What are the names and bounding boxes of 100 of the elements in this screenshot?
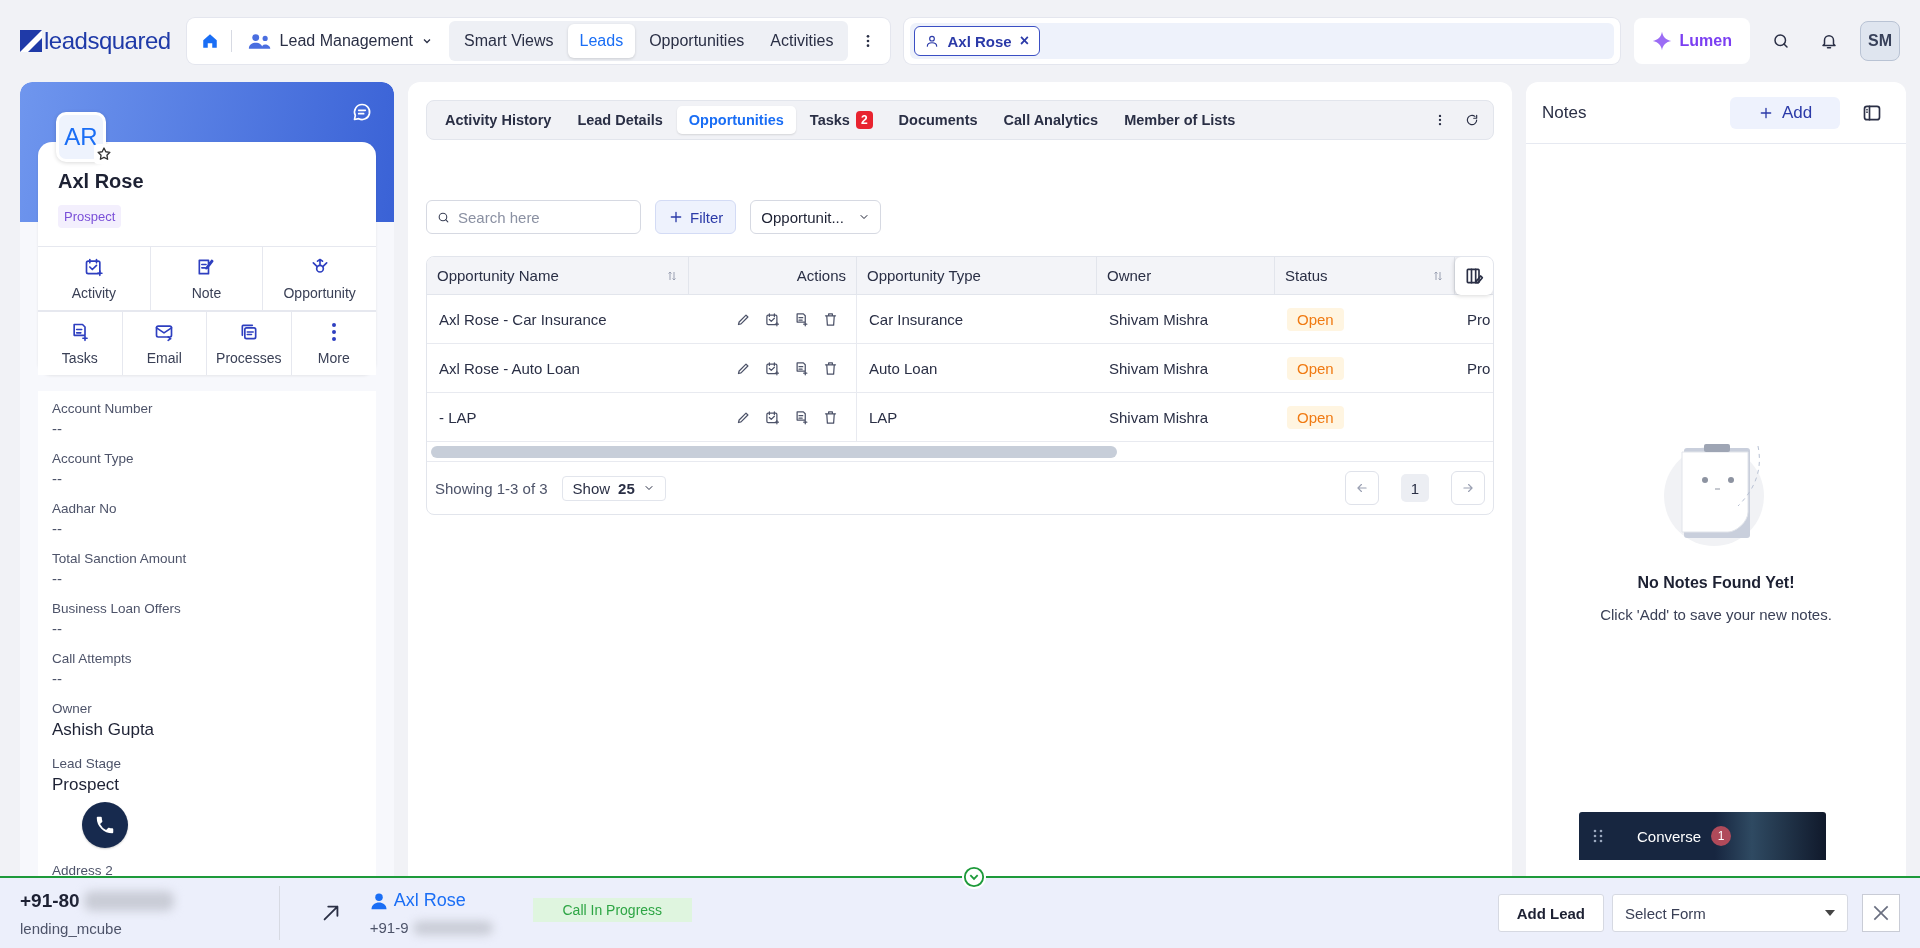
task-document-icon[interactable] — [794, 360, 809, 376]
logo-icon — [20, 30, 42, 52]
add-note-button[interactable]: Add — [1730, 96, 1840, 129]
task-document-icon[interactable] — [794, 311, 809, 327]
task-document-icon[interactable] — [794, 409, 809, 425]
action-button[interactable]: More — [291, 312, 376, 375]
field-label: Address 2 — [52, 863, 114, 876]
column-header[interactable]: Status — [1275, 257, 1455, 295]
field-value: -- — [52, 520, 63, 538]
page-number[interactable]: 1 — [1401, 474, 1429, 502]
action-button[interactable]: Opportunity — [263, 247, 376, 311]
action-button[interactable]: Processes — [207, 312, 292, 375]
detail-tab[interactable]: Documents — [886, 106, 990, 134]
calendar-check-icon — [83, 257, 104, 277]
action-button[interactable]: Tasks — [38, 312, 123, 375]
collapse-chevron-icon[interactable] — [962, 865, 986, 889]
star-icon[interactable] — [96, 146, 112, 162]
status-tag: Open — [1287, 405, 1344, 429]
trash-icon[interactable] — [823, 311, 838, 327]
table-cell: LAP — [857, 393, 1097, 442]
field-label: Owner — [52, 701, 93, 716]
column-header[interactable]: Opportunity Name — [427, 257, 689, 295]
action-button[interactable]: Activity — [38, 247, 151, 311]
caret-down-icon — [1825, 910, 1835, 916]
field-label: Account Number — [52, 401, 154, 416]
lumen-button[interactable]: Lumen — [1633, 18, 1750, 64]
person-icon — [925, 34, 940, 48]
calendar-check-icon[interactable] — [765, 360, 780, 376]
status-tag: Open — [1287, 356, 1344, 380]
table-cell: Axl Rose - Auto Loan — [427, 344, 689, 393]
close-icon[interactable] — [1862, 894, 1900, 932]
open-tab-label: Axl Rose — [947, 32, 1012, 50]
action-button[interactable]: Note — [150, 247, 264, 311]
field-value: Ashish Gupta — [52, 720, 156, 740]
lead-avatar: AR — [56, 112, 106, 162]
field-value: -- — [52, 670, 63, 688]
detail-tab[interactable]: Opportunities — [676, 106, 796, 134]
field-label: Lead Stage — [52, 756, 123, 771]
field-label: Call Attempts — [52, 651, 133, 666]
arrow-left-icon — [1355, 481, 1369, 495]
status-tag: Open — [1287, 307, 1344, 331]
notes-title: Notes — [1542, 102, 1588, 123]
people-icon — [247, 32, 272, 50]
user-avatar[interactable]: SM — [1860, 21, 1900, 61]
account-name: lending_mcube — [20, 919, 123, 937]
field-value: -- — [52, 470, 63, 488]
contact-name-link[interactable]: Axl Rose — [393, 890, 466, 911]
detail-tab[interactable]: Call Analytics — [991, 106, 1111, 134]
table-cell: Car Insurance — [857, 295, 1097, 344]
detail-tab[interactable]: Tasks 2 — [797, 105, 885, 135]
nav-tab[interactable]: Smart Views — [452, 24, 566, 58]
envelope-icon — [154, 322, 175, 342]
search-field[interactable]: Search here — [456, 207, 626, 227]
detail-tab[interactable]: Member of Lists — [1112, 106, 1248, 134]
detail-tab[interactable]: Lead Details — [565, 106, 675, 134]
table-cell: Shivam Mishra — [1097, 295, 1275, 344]
trash-icon[interactable] — [823, 409, 838, 425]
nav-tab[interactable]: Opportunities — [637, 24, 757, 58]
logo-text: leadsquared — [44, 27, 171, 55]
action-button[interactable]: Email — [122, 312, 207, 375]
column-settings-icon[interactable] — [1455, 257, 1493, 295]
field-label: Total Sanction Amount — [52, 551, 188, 566]
lead-stage-tag: Prospect — [58, 205, 122, 228]
column-header[interactable]: Opportunity Type — [857, 257, 1097, 295]
add-lead-button[interactable]: Add Lead — [1497, 894, 1604, 932]
column-header[interactable]: Owner — [1097, 257, 1275, 295]
column-header[interactable]: Actions — [689, 257, 857, 295]
select-form-dropdown[interactable]: Select Form — [1612, 894, 1848, 932]
table-cell: Shivam Mishra — [1097, 344, 1275, 393]
trash-icon[interactable] — [823, 360, 838, 376]
calendar-check-icon[interactable] — [765, 409, 780, 425]
filter-button[interactable]: Filter — [655, 200, 737, 234]
view-dropdown[interactable]: Opportunit... — [750, 200, 881, 234]
scrollbar-thumb[interactable] — [431, 446, 1117, 458]
chat-bubble-icon[interactable] — [352, 102, 372, 122]
field-label: Business Loan Offers — [52, 601, 182, 616]
converse-widget[interactable]: Converse 1 — [1579, 812, 1826, 860]
table-cell: Pro — [1467, 359, 1491, 377]
open-tab[interactable]: Axl Rose × — [914, 26, 1040, 56]
detail-tab[interactable]: Activity History — [433, 106, 564, 134]
search-field[interactable]: Search here — [426, 200, 641, 234]
table-cell: Shivam Mishra — [1097, 393, 1275, 442]
calendar-check-icon[interactable] — [765, 311, 780, 327]
table-cell: Axl Rose - Car Insurance — [427, 295, 689, 344]
lead-name: Axl Rose — [58, 170, 145, 193]
page-size-dropdown[interactable]: Show 25 — [561, 475, 666, 501]
count-badge: 1 — [1711, 826, 1732, 846]
showing-count: Showing 1-3 of 3 — [435, 479, 548, 497]
field-value: Prospect — [52, 775, 121, 795]
empty-state-title: No Notes Found Yet! — [1637, 574, 1795, 592]
table-cell: Auto Loan — [857, 344, 1097, 393]
nav-tab[interactable]: Activities — [758, 24, 846, 58]
module-dropdown[interactable]: Lead Management — [235, 24, 446, 58]
drag-handle-icon[interactable] — [1593, 829, 1603, 843]
table-cell: Pro — [1467, 310, 1491, 328]
arrow-right-icon — [1461, 481, 1475, 495]
field-value: -- — [52, 570, 63, 588]
nav-tab[interactable]: Leads — [567, 24, 636, 58]
close-button[interactable]: × — [1019, 32, 1029, 50]
count-badge: 2 — [855, 111, 873, 129]
